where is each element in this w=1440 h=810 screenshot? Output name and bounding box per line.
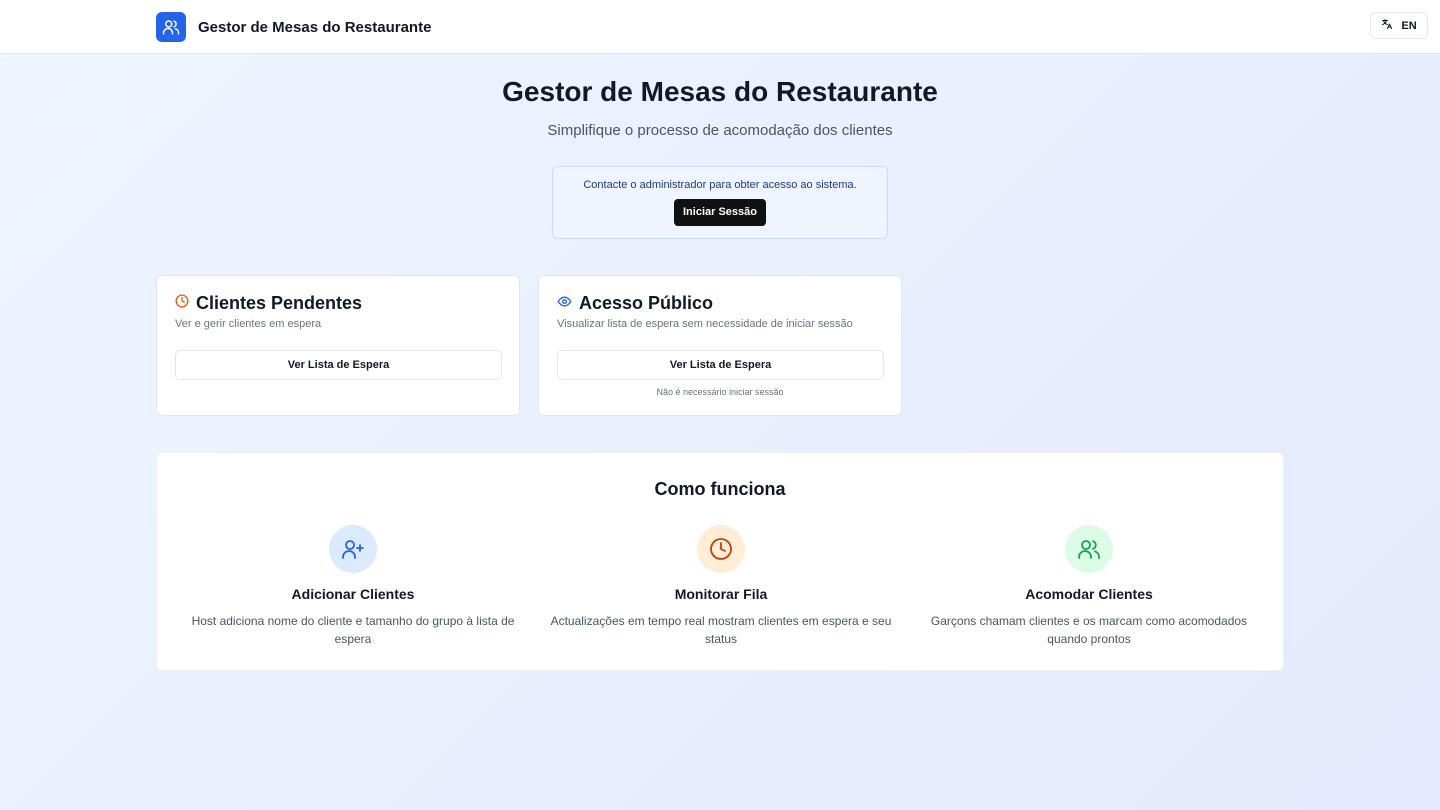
- view-waitlist-button[interactable]: Ver Lista de Espera: [175, 350, 502, 380]
- user-plus-icon: [329, 525, 377, 573]
- clock-icon: [697, 525, 745, 573]
- step-title: Acomodar Clientes: [1025, 586, 1153, 602]
- clock-icon: [175, 294, 189, 313]
- step-add-clients: Adicionar Clientes Host adiciona nome do…: [169, 525, 537, 648]
- users-icon: [156, 12, 186, 42]
- login-button[interactable]: Iniciar Sessão: [674, 199, 766, 226]
- no-login-note: Não é necessário iniciar sessão: [656, 387, 784, 397]
- top-bar: Gestor de Mesas do Restaurante EN: [0, 0, 1440, 54]
- view-public-waitlist-button[interactable]: Ver Lista de Espera: [557, 350, 884, 380]
- pending-clients-description: Ver e gerir clientes em espera: [175, 318, 322, 330]
- public-access-description: Visualizar lista de espera sem necessida…: [557, 318, 853, 330]
- step-description: Garçons chamam clientes e os marcam como…: [930, 614, 1248, 646]
- how-it-works-title: Como funciona: [654, 479, 786, 499]
- pending-clients-title: Clientes Pendentes: [196, 293, 363, 313]
- public-access-title: Acesso Público: [579, 293, 714, 313]
- step-seat-clients: Acomodar Clientes Garçons chamam cliente…: [905, 525, 1273, 648]
- page-subtitle: Simplifique o processo de acomodação dos…: [547, 122, 893, 139]
- translate-icon: [1381, 18, 1393, 33]
- eye-icon: [557, 294, 572, 314]
- step-monitor-queue: Monitorar Fila Actualizações em tempo re…: [537, 525, 905, 648]
- step-description: Host adiciona nome do cliente e tamanho …: [191, 614, 515, 646]
- step-title: Monitorar Fila: [674, 586, 768, 602]
- brand[interactable]: Gestor de Mesas do Restaurante: [156, 12, 431, 42]
- page-title: Gestor de Mesas do Restaurante: [502, 76, 938, 107]
- app-title: Gestor de Mesas do Restaurante: [198, 18, 432, 36]
- pending-clients-card: Clientes Pendentes Ver e gerir clientes …: [156, 275, 520, 416]
- how-it-works-section: Como funciona Adicionar Clientes Host ad…: [156, 452, 1284, 671]
- public-access-header: Acesso Público: [557, 293, 713, 314]
- public-access-card: Acesso Público Visualizar lista de esper…: [538, 275, 902, 416]
- language-toggle-button[interactable]: EN: [1370, 12, 1428, 39]
- access-notice: Contacte o administrador para obter aces…: [552, 166, 888, 239]
- pending-clients-header: Clientes Pendentes: [175, 293, 362, 314]
- step-description: Actualizações em tempo real mostram clie…: [550, 614, 892, 646]
- users-icon: [1065, 525, 1113, 573]
- language-label: EN: [1401, 19, 1417, 32]
- step-title: Adicionar Clientes: [291, 586, 415, 602]
- access-notice-text: Contacte o administrador para obter aces…: [583, 179, 857, 191]
